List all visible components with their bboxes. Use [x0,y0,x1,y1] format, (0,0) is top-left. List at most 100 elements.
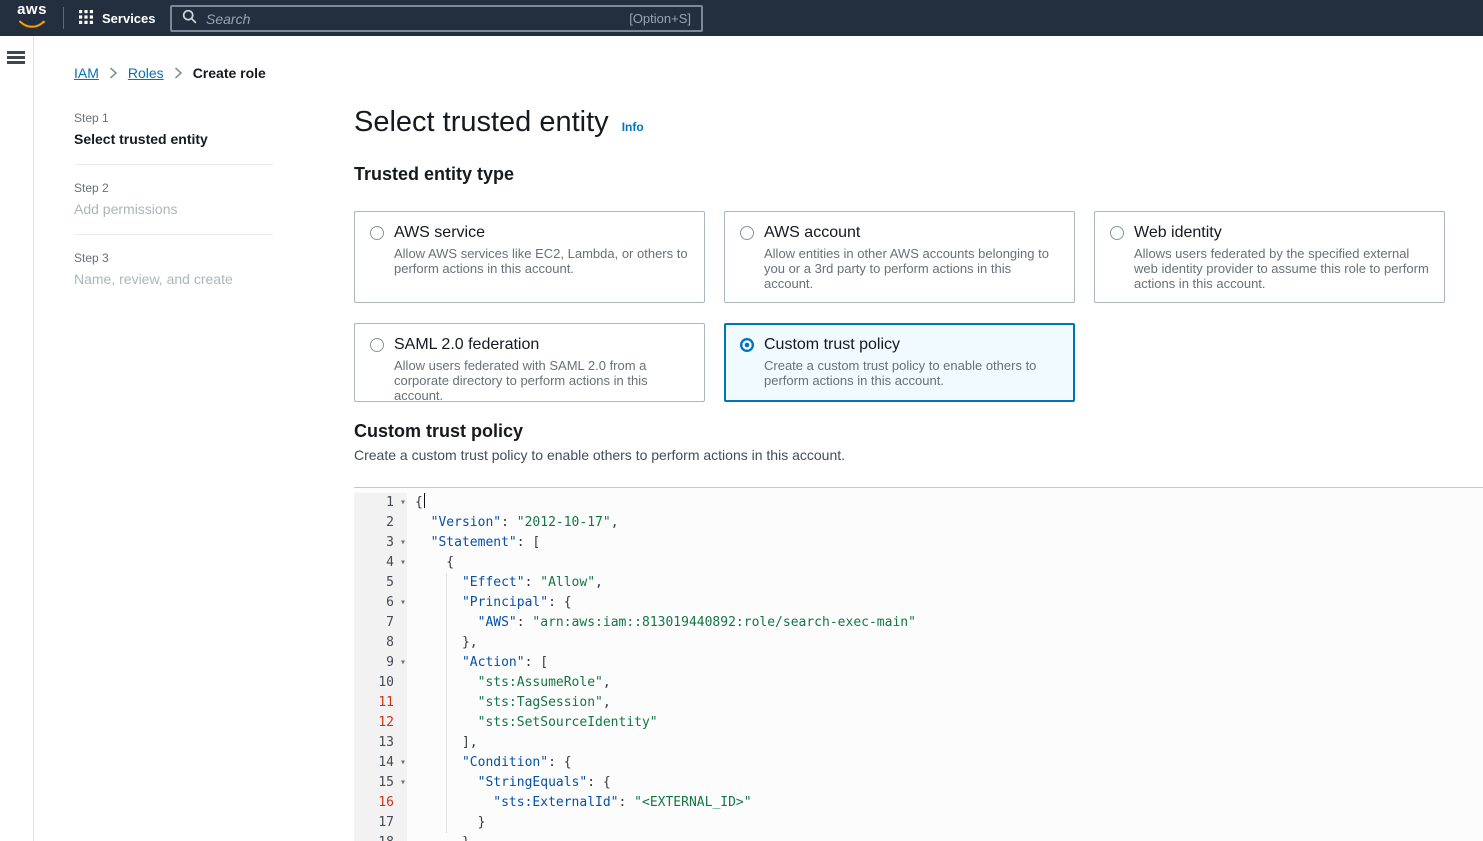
code-line: 3▾ "Statement": [ [354,533,1483,553]
policy-editor[interactable]: 1▾{2 "Version": "2012-10-17",3▾ "Stateme… [354,487,1483,841]
fold-icon[interactable]: ▾ [400,753,406,773]
code-line: 6▾ "Principal": { [354,593,1483,613]
search-shortcut: [Option+S] [629,11,691,26]
policy-heading: Custom trust policy [354,421,1483,442]
line-number: 14▾ [354,753,407,773]
line-number: 15▾ [354,773,407,793]
services-label: Services [102,11,156,26]
entity-option-custom-trust-policy[interactable]: Custom trust policyCreate a custom trust… [724,323,1075,402]
breadcrumb-separator-icon [109,67,118,79]
line-number: 17 [354,813,407,833]
sidebar [0,36,34,841]
top-navbar: aws Services Search [Option+S] [0,0,1483,36]
entity-options-row-1: AWS service Allow AWS services like EC2, … [354,211,1483,303]
fold-icon[interactable]: ▾ [400,553,406,573]
card-title: SAML 2.0 federation [394,335,689,355]
step-title: Select trusted entity [74,130,273,148]
line-number: 10 [354,673,407,693]
line-number: 13 [354,733,407,753]
code-line: 1▾{ [354,493,1483,513]
fold-icon[interactable]: ▾ [400,653,406,673]
step-label: Step 1 [74,111,273,125]
radio-button[interactable] [370,338,384,352]
main-panel: Select trusted entity Info Trusted entit… [354,36,1483,841]
code-text: "Principal": { [407,593,572,613]
breadcrumb-link-roles[interactable]: Roles [128,65,164,81]
line-number: 3▾ [354,533,407,553]
aws-logo[interactable]: aws [13,3,51,34]
entity-options-row-2: SAML 2.0 federation Allow users federated… [354,323,1483,402]
code-text: ], [407,733,478,753]
card-body: Web identity Allows users federated by th… [1134,223,1429,291]
line-number: 5 [354,573,407,593]
radio-button[interactable] [740,226,754,240]
entity-option-web-identity[interactable]: Web identity Allows users federated by th… [1094,211,1445,303]
code-text: "Action": [ [407,653,548,673]
search-box[interactable]: Search [Option+S] [170,5,703,32]
code-line: 9▾ "Action": [ [354,653,1483,673]
code-line: 10 "sts:AssumeRole", [354,673,1483,693]
line-number: 12 [354,713,407,733]
step-item-2[interactable]: Step 2Add permissions [74,181,273,218]
code-line: 15▾ "StringEquals": { [354,773,1483,793]
breadcrumb-link-iam[interactable]: IAM [74,65,99,81]
entity-option-saml-2-0-federation[interactable]: SAML 2.0 federation Allow users federated… [354,323,705,402]
page-content: IAM Roles Create role Step 1 Select trusted… [34,36,1483,841]
step-item-1[interactable]: Step 1 Select trusted entity [74,111,273,148]
line-number: 2 [354,513,407,533]
radio-button[interactable] [740,338,754,352]
code-text: "sts:ExternalId": "<EXTERNAL_ID>" [407,793,752,813]
breadcrumb: IAM Roles Create role [74,65,266,81]
menu-icon[interactable] [7,51,25,64]
services-menu[interactable]: Services [79,10,156,27]
code-line: 14▾ "Condition": { [354,753,1483,773]
code-text: { [407,553,454,573]
radio-button[interactable] [1110,226,1124,240]
info-link[interactable]: Info [622,120,644,134]
card-title: AWS service [394,223,689,243]
code-text: "Version": "2012-10-17", [407,513,619,533]
entity-option-aws-service[interactable]: AWS service Allow AWS services like EC2, … [354,211,705,303]
code-text: } [407,833,470,841]
card-body: SAML 2.0 federationAllow users federated… [394,335,689,390]
aws-logo-text: aws [17,3,47,16]
steps-nav: Step 1 Select trusted entity Step 2Add per… [74,111,273,288]
search-placeholder: Search [206,11,620,27]
code-text: { [407,493,425,513]
fold-icon[interactable]: ▾ [400,493,406,513]
step-title: Name, review, and create [74,270,273,288]
breadcrumb-current: Create role [193,65,266,81]
code-line: 7 "AWS": "arn:aws:iam::813019440892:role… [354,613,1483,633]
policy-description: Create a custom trust policy to enable o… [354,447,1483,463]
line-number: 7 [354,613,407,633]
breadcrumb-separator-icon [174,67,183,79]
code-text: "Effect": "Allow", [407,573,603,593]
step-label: Step 3 [74,251,273,265]
card-description: Allow AWS services like EC2, Lambda, or … [394,246,689,276]
fold-icon[interactable]: ▾ [400,533,406,553]
step-item-3[interactable]: Step 3 Name, review, and create [74,251,273,288]
step-label: Step 2 [74,181,273,195]
code-line: 4▾ { [354,553,1483,573]
fold-icon[interactable]: ▾ [400,773,406,793]
code-line: 13 ], [354,733,1483,753]
code-text: "sts:SetSourceIdentity" [407,713,658,733]
indent-guide [446,573,447,833]
text-cursor [424,493,425,508]
code-line: 5 "Effect": "Allow", [354,573,1483,593]
line-number: 9▾ [354,653,407,673]
fold-icon[interactable]: ▾ [400,593,406,613]
code-line: 17 } [354,813,1483,833]
card-description: Allow users federated with SAML 2.0 from… [394,358,689,403]
card-description: Allows users federated by the specified … [1134,246,1429,291]
code-line: 18 } [354,833,1483,841]
entity-option-aws-account[interactable]: AWS accountAllow entities in other AWS a… [724,211,1075,303]
code-line: 12 "sts:SetSourceIdentity" [354,713,1483,733]
nav-divider [63,7,64,29]
card-title: Web identity [1134,223,1429,243]
card-body: Custom trust policyCreate a custom trust… [764,335,1059,390]
code-text: "AWS": "arn:aws:iam::813019440892:role/s… [407,613,916,633]
code-line: 2 "Version": "2012-10-17", [354,513,1483,533]
radio-button[interactable] [370,226,384,240]
card-description: Allow entities in other AWS accounts bel… [764,246,1059,291]
